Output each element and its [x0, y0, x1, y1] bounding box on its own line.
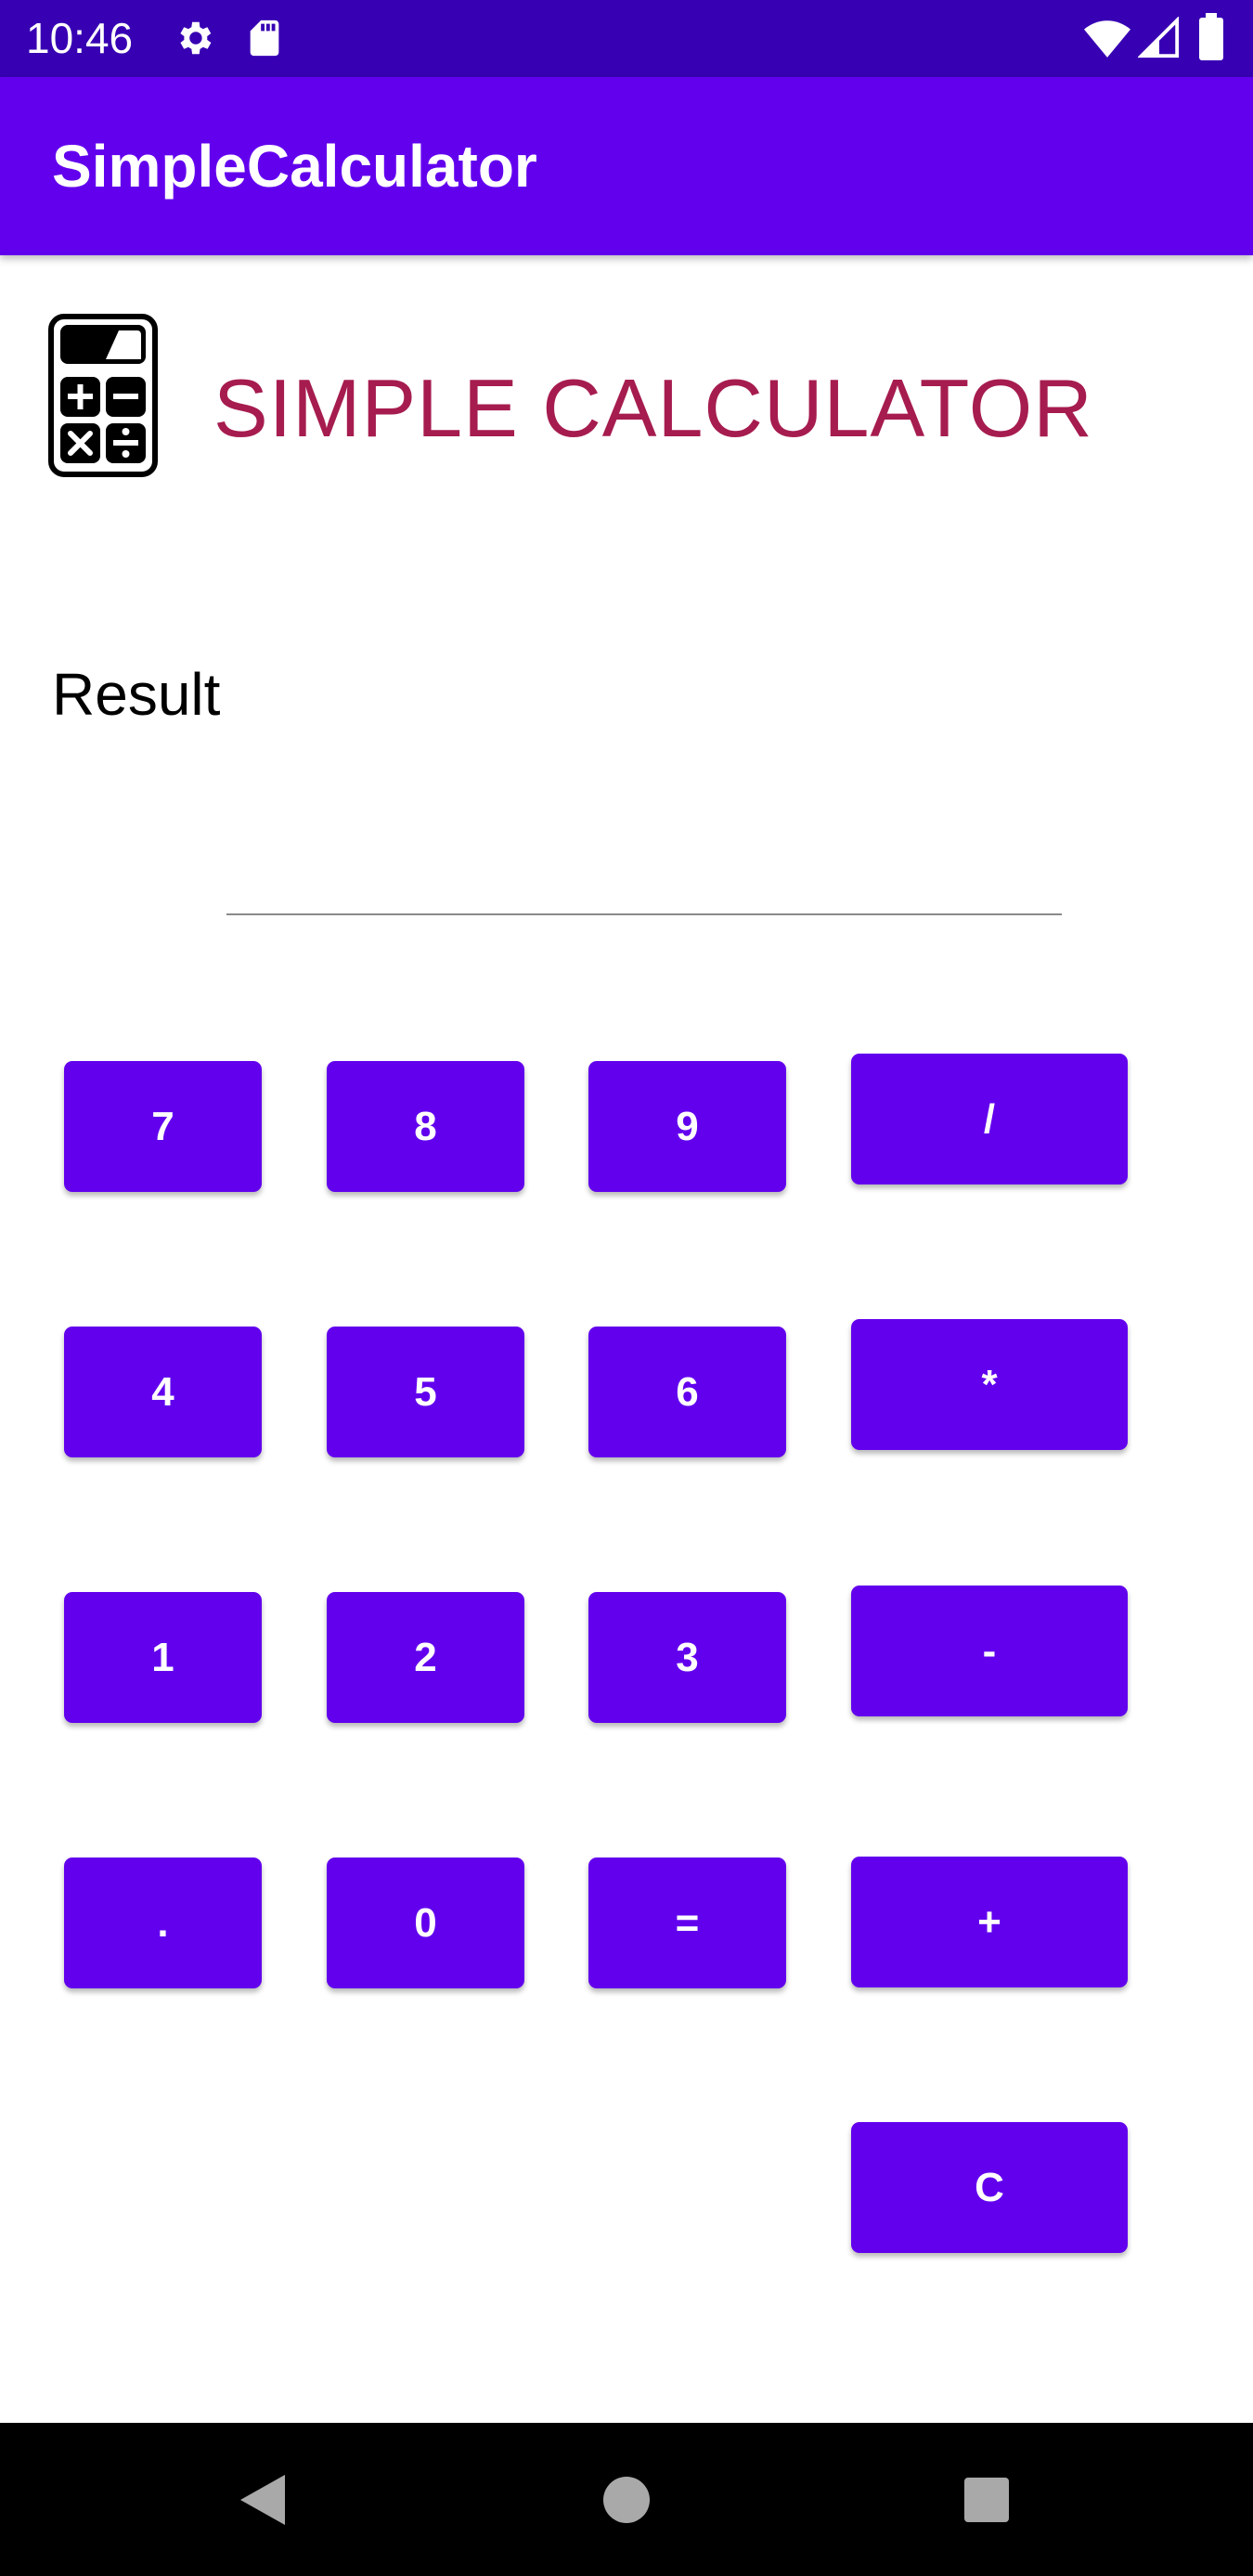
divide-button[interactable]: / — [851, 1054, 1128, 1184]
key-9-button[interactable]: 9 — [588, 1061, 786, 1192]
minus-button[interactable]: - — [851, 1586, 1128, 1716]
app-bar: SimpleCalculator — [0, 77, 1253, 255]
settings-icon — [173, 17, 215, 64]
home-icon[interactable] — [552, 2423, 701, 2576]
clear-button[interactable]: C — [851, 2122, 1128, 2253]
key-6-button[interactable]: 6 — [588, 1327, 786, 1457]
wifi-icon — [1084, 17, 1130, 64]
result-field[interactable] — [226, 835, 1062, 915]
key-2-button[interactable]: 2 — [327, 1592, 524, 1723]
multiply-button[interactable]: * — [851, 1319, 1128, 1450]
key-5-button[interactable]: 5 — [327, 1327, 524, 1457]
app-title: SimpleCalculator — [52, 133, 537, 200]
calculator-screen: 10:46 SimpleCalculator SIMPLE CALCULATOR… — [0, 0, 1253, 2576]
status-bar: 10:46 — [0, 0, 1253, 77]
key-3-button[interactable]: 3 — [588, 1592, 786, 1723]
sd-card-icon — [243, 17, 286, 64]
equals-button[interactable]: = — [588, 1858, 786, 1988]
status-time: 10:46 — [26, 14, 134, 62]
result-label: Result — [52, 661, 221, 728]
key-4-button[interactable]: 4 — [64, 1327, 262, 1457]
key-1-button[interactable]: 1 — [64, 1592, 262, 1723]
back-icon[interactable] — [188, 2423, 337, 2576]
page-title: SIMPLE CALCULATOR — [213, 362, 1093, 454]
navigation-bar — [0, 2423, 1253, 2576]
key-7-button[interactable]: 7 — [64, 1061, 262, 1192]
key-8-button[interactable]: 8 — [327, 1061, 524, 1192]
calculator-icon — [48, 314, 158, 477]
key-0-button[interactable]: 0 — [327, 1858, 524, 1988]
plus-button[interactable]: + — [851, 1857, 1128, 1987]
battery-icon — [1197, 13, 1225, 66]
signal-icon — [1137, 16, 1181, 64]
recents-icon[interactable] — [912, 2423, 1061, 2576]
decimal-point-button[interactable]: . — [64, 1858, 262, 1988]
